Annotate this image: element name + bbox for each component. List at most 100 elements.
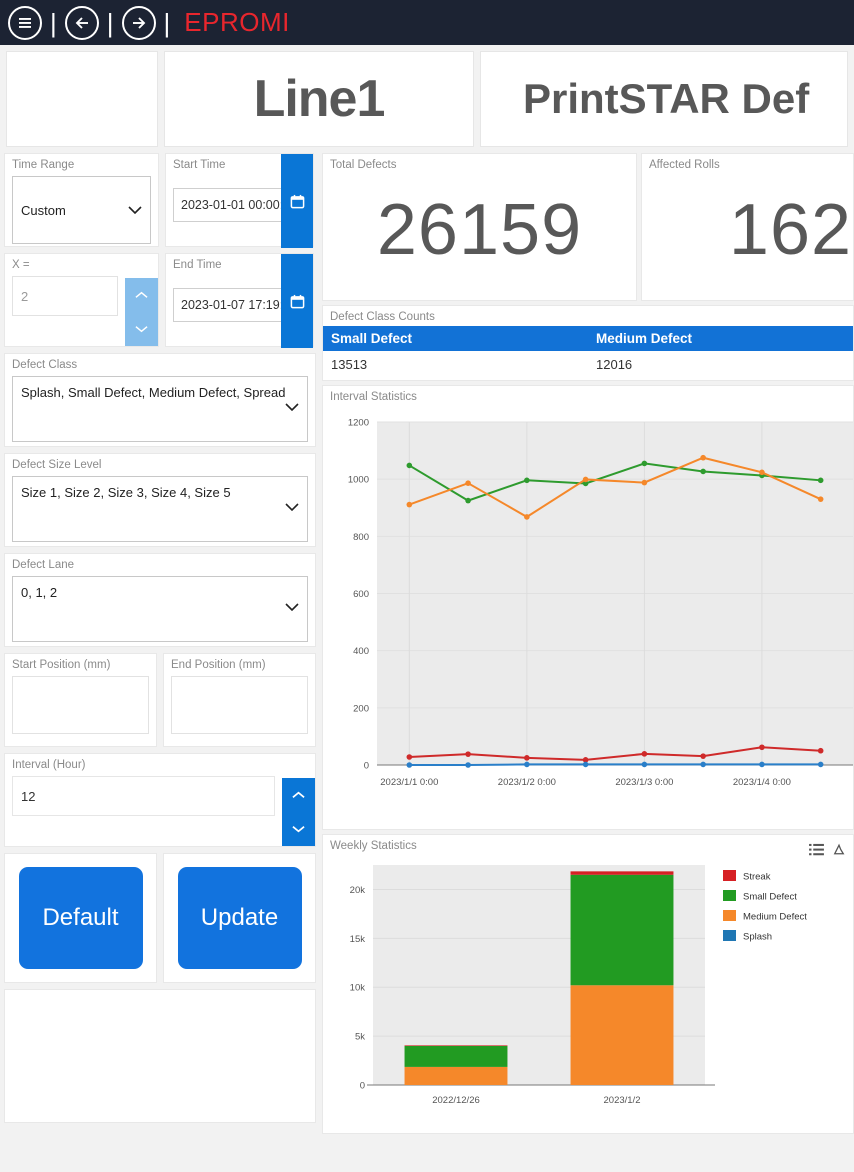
defect-size-level-select[interactable]: Size 1, Size 2, Size 3, Size 4, Size 5	[12, 476, 308, 542]
total-defects-value: 26159	[323, 174, 636, 286]
interval-hour-stepper-up[interactable]	[282, 778, 315, 812]
table-row: 13513 12016	[323, 351, 853, 378]
start-position-input[interactable]	[12, 676, 149, 734]
svg-text:0: 0	[360, 1081, 365, 1092]
total-defects-label: Total Defects	[323, 154, 636, 174]
interval-statistics-chart[interactable]: 0 200 400 600 800 1000 1200 2023/1/1 0:00 2023/1…	[323, 406, 854, 821]
defect-class-select[interactable]: Splash, Small Defect, Medium Defect, Spr…	[12, 376, 308, 442]
x-equals-stepper-down[interactable]	[125, 312, 158, 346]
list-icon[interactable]	[809, 843, 824, 856]
svg-text:2023/1/2 0:00: 2023/1/2 0:00	[498, 777, 556, 788]
filter-row-positions: Start Position (mm) End Position (mm)	[4, 653, 316, 747]
chevron-down-icon	[285, 403, 299, 411]
sidebar-blank-panel	[4, 989, 316, 1123]
defect-class-counts-table: Small Defect Medium Defect 13513 12016	[323, 326, 853, 378]
menu-icon[interactable]	[8, 6, 42, 40]
svg-text:2023/1/4 0:00: 2023/1/4 0:00	[733, 777, 791, 788]
table-header-cell: Medium Defect	[588, 326, 853, 351]
svg-text:400: 400	[353, 646, 369, 657]
back-arrow-icon[interactable]	[65, 6, 99, 40]
svg-text:800: 800	[353, 532, 369, 543]
svg-text:0: 0	[364, 761, 369, 772]
time-range-field: Time Range Custom	[4, 153, 159, 247]
svg-text:2023/1/1 0:00: 2023/1/1 0:00	[380, 777, 438, 788]
chart-switch-icon[interactable]	[833, 843, 845, 856]
main-area: Time Range Custom Start Time 2023-01-01 …	[0, 147, 854, 1162]
svg-text:1000: 1000	[348, 475, 369, 486]
interval-hour-stepper[interactable]	[282, 778, 315, 846]
defect-class-counts-label: Defect Class Counts	[323, 306, 853, 326]
chevron-down-icon	[285, 603, 299, 611]
start-time-calendar-button[interactable]	[281, 154, 313, 248]
table-header-row: Small Defect Medium Defect	[323, 326, 853, 351]
weekly-panel-tools	[809, 843, 845, 856]
defect-size-level-label: Defect Size Level	[5, 454, 315, 474]
stat-cards-row: Total Defects 26159 Affected Rolls 162	[322, 153, 854, 301]
svg-text:200: 200	[353, 703, 369, 714]
chevron-down-icon	[128, 206, 142, 214]
interval-hour-input[interactable]: 12	[12, 776, 275, 816]
total-defects-card: Total Defects 26159	[322, 153, 637, 301]
line-title: Line1	[254, 69, 385, 129]
affected-rolls-card: Affected Rolls 162	[641, 153, 854, 301]
affected-rolls-value: 162	[642, 174, 853, 286]
svg-text:10k: 10k	[350, 983, 366, 994]
end-position-label: End Position (mm)	[164, 654, 315, 674]
table-header-cell: Small Defect	[323, 326, 588, 351]
svg-text:2023/1/3 0:00: 2023/1/3 0:00	[615, 777, 673, 788]
filter-row-2: X = 2 End Time	[4, 253, 316, 347]
svg-text:5k: 5k	[355, 1032, 365, 1043]
chevron-up-icon	[135, 291, 148, 299]
filter-row-1: Time Range Custom Start Time 2023-01-01 …	[4, 153, 316, 247]
end-time-field: End Time 2023-01-07 17:19:	[165, 253, 314, 347]
x-equals-stepper[interactable]	[125, 278, 158, 346]
action-buttons-row: Default Update	[4, 853, 316, 983]
svg-text:600: 600	[353, 589, 369, 600]
header-title-card: PrintSTAR Def	[480, 51, 848, 147]
default-button-panel: Default	[4, 853, 157, 983]
start-time-field: Start Time 2023-01-01 00:00:	[165, 153, 314, 247]
nav-divider-1: |	[48, 10, 59, 36]
x-equals-stepper-up[interactable]	[125, 278, 158, 312]
interval-hour-stepper-down[interactable]	[282, 812, 315, 846]
page-title: PrintSTAR Def	[523, 75, 809, 123]
defect-size-level-field: Defect Size Level Size 1, Size 2, Size 3…	[4, 453, 316, 547]
svg-text:2022/12/26: 2022/12/26	[432, 1095, 480, 1106]
chevron-down-icon	[285, 503, 299, 511]
time-range-select[interactable]: Custom	[12, 176, 151, 244]
calendar-icon	[290, 194, 305, 209]
header-line-card: Line1	[164, 51, 474, 147]
end-position-input[interactable]	[171, 676, 308, 734]
x-equals-field: X = 2	[4, 253, 159, 347]
defect-class-field: Defect Class Splash, Small Defect, Mediu…	[4, 353, 316, 447]
start-position-label: Start Position (mm)	[5, 654, 156, 674]
header-row: Line1 PrintSTAR Def	[0, 45, 854, 147]
filter-sidebar: Time Range Custom Start Time 2023-01-01 …	[0, 147, 320, 1162]
defect-class-label: Defect Class	[5, 354, 315, 374]
defect-lane-select[interactable]: 0, 1, 2	[12, 576, 308, 642]
top-navbar: | | | EPROMI	[0, 0, 854, 45]
start-position-field: Start Position (mm)	[4, 653, 157, 747]
header-blank-card	[6, 51, 158, 147]
svg-text:Streak: Streak	[743, 872, 771, 883]
nav-divider-3: |	[162, 10, 173, 36]
defect-lane-field: Defect Lane 0, 1, 2	[4, 553, 316, 647]
x-equals-input[interactable]: 2	[12, 276, 118, 316]
interval-statistics-title: Interval Statistics	[323, 386, 853, 406]
chevron-up-icon	[292, 791, 305, 799]
update-button-panel: Update	[163, 853, 316, 983]
interval-statistics-panel: Interval Statistics 0 200 400 600 800 1000 120…	[322, 385, 854, 830]
table-cell: 13513	[323, 351, 588, 378]
svg-text:Splash: Splash	[743, 932, 772, 943]
weekly-statistics-title: Weekly Statistics	[323, 835, 853, 855]
weekly-statistics-chart[interactable]: 05k10k15k20k2022/12/262023/1/2StreakSmal…	[323, 855, 854, 1125]
time-range-label: Time Range	[5, 154, 158, 174]
defect-class-value: Splash, Small Defect, Medium Defect, Spr…	[21, 385, 285, 400]
forward-arrow-icon[interactable]	[122, 6, 156, 40]
end-position-field: End Position (mm)	[163, 653, 316, 747]
defect-class-counts-panel: Defect Class Counts Small Defect Medium …	[322, 305, 854, 381]
end-time-calendar-button[interactable]	[281, 254, 313, 348]
default-button[interactable]: Default	[19, 867, 143, 969]
svg-text:1200: 1200	[348, 418, 369, 429]
update-button[interactable]: Update	[178, 867, 302, 969]
